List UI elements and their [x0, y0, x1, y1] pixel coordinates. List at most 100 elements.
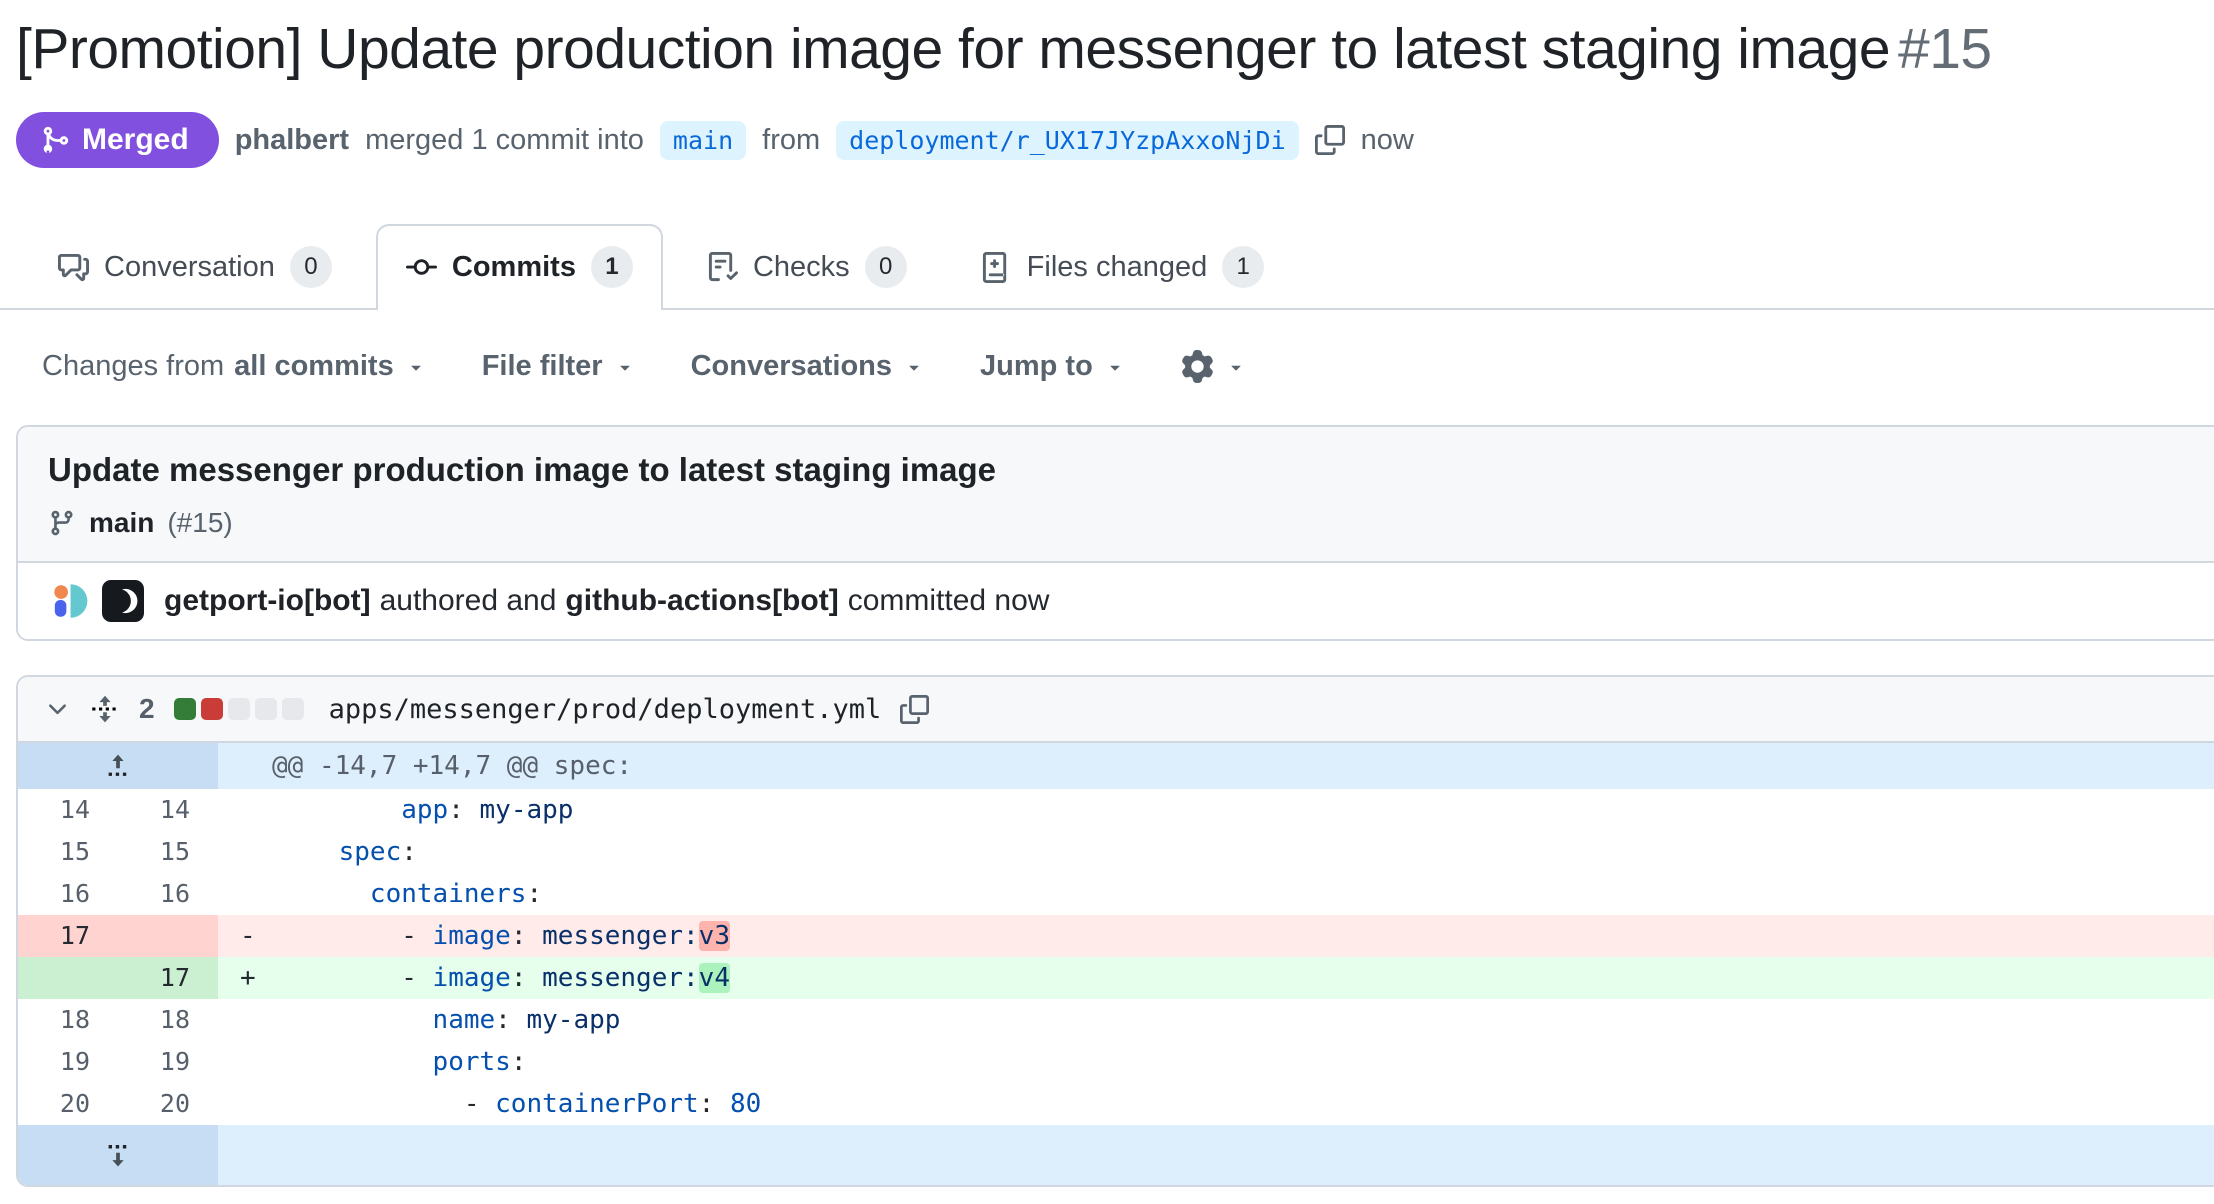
pr-author-link[interactable]: phalbert — [235, 124, 349, 157]
diff-line-addition: 17+ - image: messenger:v4 — [18, 957, 2214, 999]
triangle-down-icon — [406, 357, 426, 377]
expand-down-button[interactable] — [18, 1125, 218, 1185]
diff-marker — [218, 999, 276, 1041]
expand-down-fill — [218, 1125, 2214, 1185]
diff-marker — [218, 1041, 276, 1083]
getport-bot-avatar[interactable] — [48, 580, 90, 622]
diffstat-neutral-block — [282, 698, 304, 720]
new-line-number[interactable]: 19 — [118, 1041, 218, 1083]
fold-up-icon — [103, 751, 133, 781]
tab-counter: 1 — [591, 246, 633, 288]
copy-branch-button[interactable] — [1315, 125, 1345, 155]
authored-text: authored and — [380, 584, 557, 618]
tab-conversation[interactable]: Conversation 0 — [28, 224, 362, 310]
diffstat-neutral-block — [255, 698, 277, 720]
commit-branch-row: main (#15) — [48, 507, 2192, 539]
diff-marker — [218, 1083, 276, 1125]
new-line-number[interactable]: 15 — [118, 831, 218, 873]
code-text: app: my-app — [276, 789, 2214, 831]
collapse-file-button[interactable] — [44, 696, 71, 723]
fold-down-icon — [103, 1140, 133, 1170]
new-line-number[interactable] — [118, 915, 218, 957]
commit-header: Update messenger production image to lat… — [18, 427, 2214, 561]
merged-status-label: Merged — [82, 123, 189, 157]
old-line-number[interactable]: 14 — [18, 789, 118, 831]
tab-label: Checks — [753, 251, 850, 284]
pr-tab-bar: Conversation 0 Commits 1 Checks 0 Files … — [0, 224, 2214, 310]
copy-file-path-button[interactable] — [900, 695, 929, 724]
old-line-number[interactable]: 15 — [18, 831, 118, 873]
merged-status-badge: Merged — [16, 112, 219, 168]
commit-author-link[interactable]: getport-io[bot] — [164, 584, 371, 618]
tab-checks[interactable]: Checks 0 — [677, 224, 937, 310]
commit-branch-ref[interactable]: (#15) — [167, 507, 232, 539]
old-line-number[interactable]: 19 — [18, 1041, 118, 1083]
file-path-link[interactable]: apps/messenger/prod/deployment.yml — [329, 694, 882, 725]
jump-to-dropdown[interactable]: Jump to — [980, 350, 1125, 383]
diff-marker — [218, 873, 276, 915]
expand-up-button[interactable] — [18, 743, 218, 789]
tab-label: Conversation — [104, 251, 275, 284]
old-line-number[interactable]: 20 — [18, 1083, 118, 1125]
diff-settings-dropdown[interactable] — [1181, 350, 1246, 383]
commit-message: Update messenger production image to lat… — [48, 451, 2192, 489]
changes-from-label: Changes from — [42, 350, 224, 383]
old-line-number[interactable] — [18, 957, 118, 999]
jump-to-label: Jump to — [980, 350, 1093, 383]
diff-line-deletion: 17- - image: messenger:v3 — [18, 915, 2214, 957]
triangle-down-icon — [615, 357, 635, 377]
changed-lines-count: 2 — [139, 693, 155, 725]
new-line-number[interactable]: 20 — [118, 1083, 218, 1125]
diffstat-blocks — [174, 698, 304, 720]
pr-number: #15 — [1898, 17, 1992, 81]
new-line-number[interactable]: 18 — [118, 999, 218, 1041]
commit-branch-name: main — [89, 507, 154, 539]
commit-committer-link[interactable]: github-actions[bot] — [565, 584, 838, 618]
new-line-number[interactable]: 16 — [118, 873, 218, 915]
code-text: - containerPort: 80 — [276, 1083, 2214, 1125]
diff-line-context: 2020 - containerPort: 80 — [18, 1083, 2214, 1125]
tab-counter: 0 — [290, 246, 332, 288]
old-line-number[interactable]: 18 — [18, 999, 118, 1041]
git-merge-icon — [40, 125, 70, 155]
code-text: containers: — [276, 873, 2214, 915]
file-filter-dropdown[interactable]: File filter — [482, 350, 635, 383]
diffstat-deletion-block — [201, 698, 223, 720]
committed-text: committed now — [848, 584, 1050, 618]
changes-from-dropdown[interactable]: Changes from all commits — [42, 350, 426, 383]
diff-line-context: 1414 app: my-app — [18, 789, 2214, 831]
git-commit-icon — [406, 252, 437, 283]
diff-body: @@ -14,7 +14,7 @@ spec: 1414 app: my-app… — [18, 743, 2214, 1185]
pr-title: [Promotion] Update production image for … — [16, 16, 2198, 82]
file-filter-label: File filter — [482, 350, 603, 383]
old-line-number[interactable]: 17 — [18, 915, 118, 957]
code-text: name: my-app — [276, 999, 2214, 1041]
base-branch-label[interactable]: main — [660, 121, 746, 160]
old-line-number[interactable]: 16 — [18, 873, 118, 915]
github-actions-bot-avatar[interactable] — [102, 580, 144, 622]
github-actions-logo-icon — [102, 580, 144, 622]
diff-marker: + — [218, 957, 276, 999]
conversations-dropdown[interactable]: Conversations — [691, 350, 924, 383]
diff-marker — [218, 831, 276, 873]
new-line-number[interactable]: 14 — [118, 789, 218, 831]
diff-rows: 1414 app: my-app1515 spec:1616 container… — [18, 789, 2214, 1125]
tab-files-changed[interactable]: Files changed 1 — [951, 224, 1295, 310]
expand-all-button[interactable] — [90, 694, 120, 724]
conversations-label: Conversations — [691, 350, 892, 383]
tab-commits[interactable]: Commits 1 — [376, 224, 663, 310]
triangle-down-icon — [1226, 357, 1246, 377]
new-line-number[interactable]: 17 — [118, 957, 218, 999]
diff-line-context: 1616 containers: — [18, 873, 2214, 915]
tab-label: Files changed — [1027, 251, 1208, 284]
diff-marker: - — [218, 915, 276, 957]
tab-counter: 0 — [865, 246, 907, 288]
head-branch-label[interactable]: deployment/r_UX17JYzpAxxoNjDi — [836, 121, 1299, 160]
diff-toolbar: Changes from all commits File filter Con… — [16, 350, 2198, 383]
commit-attribution: getport-io[bot] authored and github-acti… — [164, 584, 1049, 618]
hunk-header-text: @@ -14,7 +14,7 @@ spec: — [218, 743, 2214, 789]
copy-icon — [900, 695, 929, 724]
diff-marker — [218, 789, 276, 831]
getport-logo-icon — [48, 580, 90, 622]
merge-action-text: merged 1 commit into — [365, 124, 644, 157]
